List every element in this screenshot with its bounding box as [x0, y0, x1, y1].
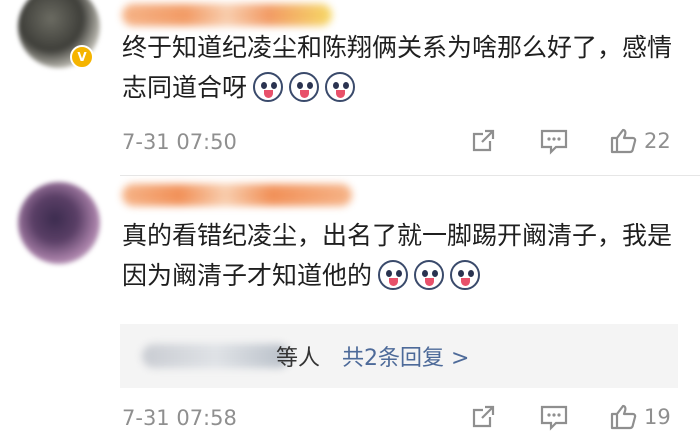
- thumbs-up-icon: [610, 404, 637, 430]
- username-blurred[interactable]: [122, 4, 332, 26]
- share-icon: [472, 129, 495, 152]
- comment-body: 终于知道纪凌尘和陈翔俩关系为啥那么好了，感情志同道合呀: [122, 33, 673, 102]
- thumbs-up-icon: [610, 128, 637, 154]
- comment-item: V 终于知道纪凌尘和陈翔俩关系为啥那么好了，感情志同道合呀 7-31 07:50…: [0, 0, 700, 175]
- view-replies-link[interactable]: 共2条回复 >: [342, 340, 469, 372]
- emoji-icon: [325, 72, 356, 102]
- emoji-icon: [289, 72, 320, 102]
- emoji-icon: [414, 260, 445, 290]
- replier-names-blurred: [142, 344, 290, 368]
- like-count: 19: [644, 405, 671, 429]
- share-button[interactable]: [468, 126, 498, 156]
- comment-text: 终于知道纪凌尘和陈翔俩关系为啥那么好了，感情志同道合呀: [122, 28, 682, 108]
- verified-badge: V: [70, 45, 94, 69]
- comment-timestamp: 7-31 07:50: [122, 130, 237, 154]
- comment-timestamp: 7-31 07:58: [122, 406, 237, 430]
- username-blurred[interactable]: [122, 184, 352, 206]
- emoji-icon: [378, 260, 409, 290]
- like-button[interactable]: 22: [608, 126, 671, 156]
- emoji-icon: [450, 260, 481, 290]
- comment-item: 真的看错纪凌尘，出名了就一脚踢开阚清子，我是因为阚清子才知道他的 等人 共2条回…: [0, 176, 700, 441]
- comment-icon: [540, 129, 568, 155]
- emoji-icon: [253, 72, 284, 102]
- like-button[interactable]: 19: [608, 402, 671, 432]
- comment-button[interactable]: [538, 402, 570, 432]
- reply-summary[interactable]: 等人 共2条回复 >: [120, 324, 678, 388]
- comment-button[interactable]: [538, 126, 570, 156]
- comment-icon: [540, 405, 568, 431]
- like-count: 22: [644, 129, 671, 153]
- reply-who-suffix: 等人: [276, 346, 321, 371]
- avatar[interactable]: [18, 182, 100, 264]
- share-button[interactable]: [468, 402, 498, 432]
- share-icon: [472, 405, 495, 428]
- comment-text: 真的看错纪凌尘，出名了就一脚踢开阚清子，我是因为阚清子才知道他的: [122, 216, 682, 296]
